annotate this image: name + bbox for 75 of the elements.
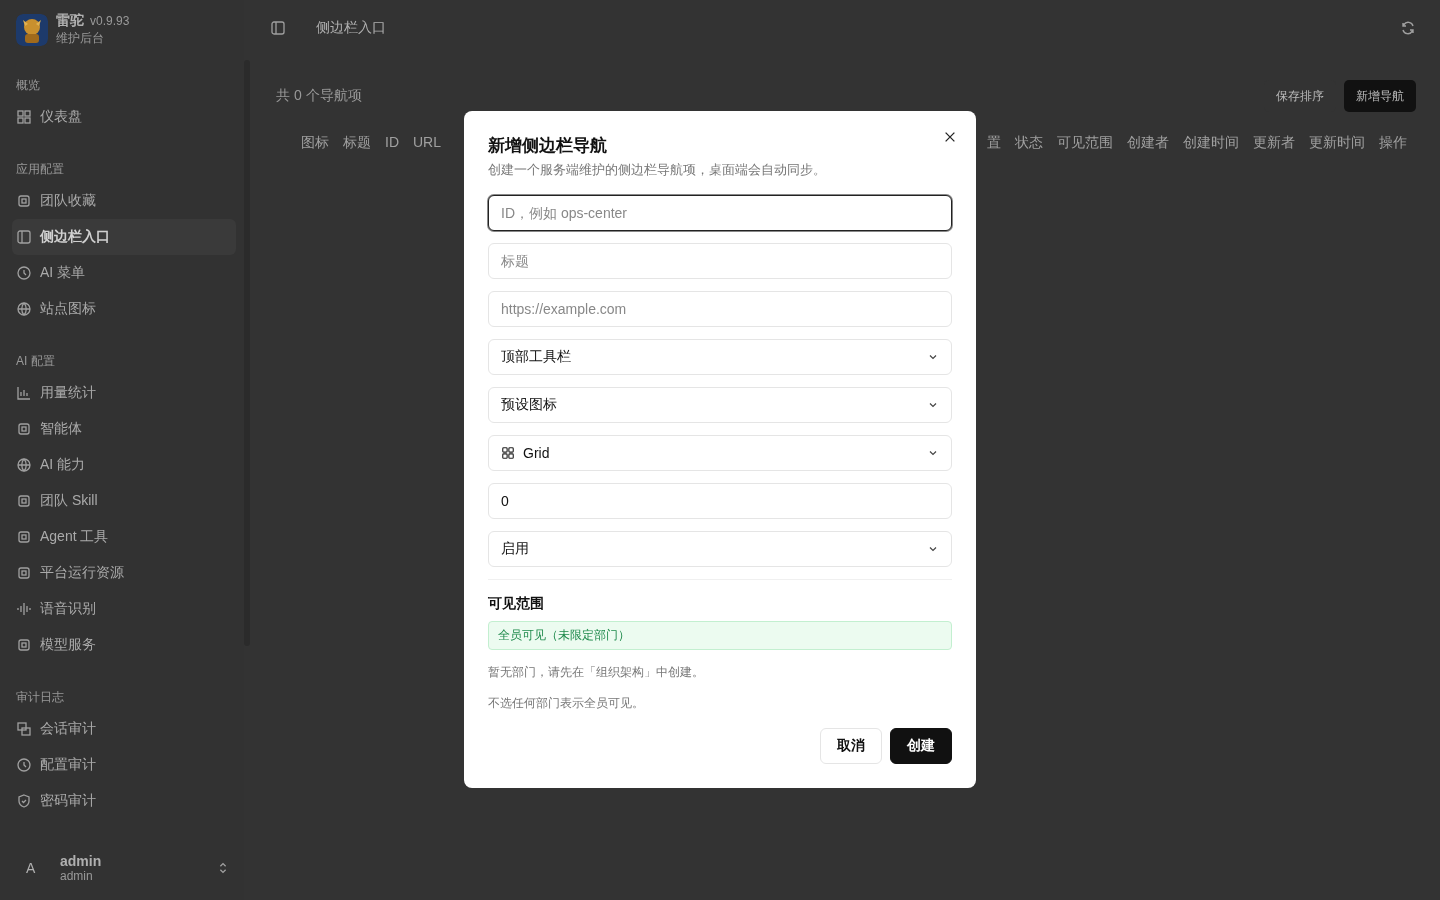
sidebar-item[interactable]: 团队收藏 [12, 183, 236, 219]
nav-icon [16, 457, 32, 473]
nav-icon [16, 565, 32, 581]
nav-icon [16, 421, 32, 437]
sidebar-item[interactable]: 侧边栏入口 [12, 219, 236, 255]
section-title: 审计日志 [16, 689, 65, 706]
app-version: v0.9.93 [90, 14, 130, 28]
section-title: AI 配置 [16, 353, 56, 370]
app-logo-icon [16, 13, 48, 46]
column-header: 更新时间 [1309, 134, 1365, 152]
input-field[interactable]: 0 [488, 483, 952, 519]
select-field[interactable]: Grid [488, 435, 952, 471]
sidebar-item[interactable]: 会话审计 [12, 711, 236, 747]
help-text: 暂无部门，请先在「组织架构」中创建。 [488, 664, 705, 681]
section-title: 可见范围 [488, 595, 545, 613]
sidebar-item[interactable]: 密码审计 [12, 783, 236, 819]
item-count: 共 0 个导航项 [276, 87, 362, 105]
sidebar-item[interactable]: 语音识别 [12, 591, 236, 627]
sidebar-item[interactable]: 仪表盘 [12, 99, 236, 135]
sidebar-item[interactable]: 配置审计 [12, 747, 236, 783]
nav-icon [16, 109, 32, 125]
refresh-icon[interactable] [1400, 20, 1416, 36]
nav-icon [16, 493, 32, 509]
visibility-badge: 全员可见（未限定部门） [488, 621, 952, 650]
app-name: 雷驼 [56, 12, 84, 30]
select-field[interactable]: 启用 [488, 531, 952, 567]
create-button[interactable]: 创建 [890, 728, 952, 764]
dialog-description: 创建一个服务端维护的侧边栏导航项，桌面端会自动同步。 [488, 161, 827, 179]
column-header: 创建者 [1127, 134, 1169, 152]
sidebar-item[interactable]: 模型服务 [12, 627, 236, 663]
column-header: 创建时间 [1183, 134, 1239, 152]
nav-icon [16, 385, 32, 401]
cancel-button[interactable]: 取消 [820, 728, 882, 764]
column-header: 状态 [1015, 134, 1043, 152]
column-header: 操作 [1379, 134, 1407, 152]
user-name: admin [60, 853, 103, 869]
user-role: admin [60, 869, 94, 883]
sidebar-item[interactable]: AI 菜单 [12, 255, 236, 291]
app-subtitle: 维护后台 [56, 30, 105, 47]
column-header: 标题 [343, 134, 371, 152]
nav-icon [16, 601, 32, 617]
nav-icon [16, 721, 32, 737]
nav-icon [16, 265, 32, 281]
nav-icon [16, 193, 32, 209]
help-text: 不选任何部门表示全员可见。 [488, 695, 645, 712]
sidebar-item[interactable]: Agent 工具 [12, 519, 236, 555]
sidebar-item[interactable]: 团队 Skill [12, 483, 236, 519]
nav-icon [16, 637, 32, 653]
input-field[interactable]: ID，例如 ops-center [488, 195, 952, 231]
column-header: ID [385, 134, 399, 152]
nav-icon [16, 301, 32, 317]
sidebar-toggle-icon[interactable] [270, 20, 286, 36]
nav-icon [16, 229, 32, 245]
column-header: 置 [987, 134, 1001, 152]
sidebar-item[interactable]: 站点图标 [12, 291, 236, 327]
sidebar-item[interactable]: 智能体 [12, 411, 236, 447]
nav-icon [16, 529, 32, 545]
user-avatar: A [26, 860, 37, 876]
nav-icon [16, 793, 32, 809]
page-title: 侧边栏入口 [316, 19, 386, 37]
column-header: 更新者 [1253, 134, 1295, 152]
sidebar-item[interactable]: 平台运行资源 [12, 555, 236, 591]
column-header: URL [413, 134, 441, 152]
section-title: 概览 [16, 77, 41, 94]
column-header: 图标 [301, 134, 329, 152]
close-icon[interactable] [943, 130, 957, 144]
select-field[interactable]: 顶部工具栏 [488, 339, 952, 375]
column-header: 可见范围 [1057, 134, 1113, 152]
nav-icon [16, 757, 32, 773]
dialog-title: 新增侧边栏导航 [488, 135, 608, 157]
sidebar-item[interactable]: AI 能力 [12, 447, 236, 483]
select-field[interactable]: 预设图标 [488, 387, 952, 423]
add-button[interactable]: 新增导航 [1344, 80, 1416, 112]
sidebar-item[interactable]: 用量统计 [12, 375, 236, 411]
section-title: 应用配置 [16, 161, 65, 178]
